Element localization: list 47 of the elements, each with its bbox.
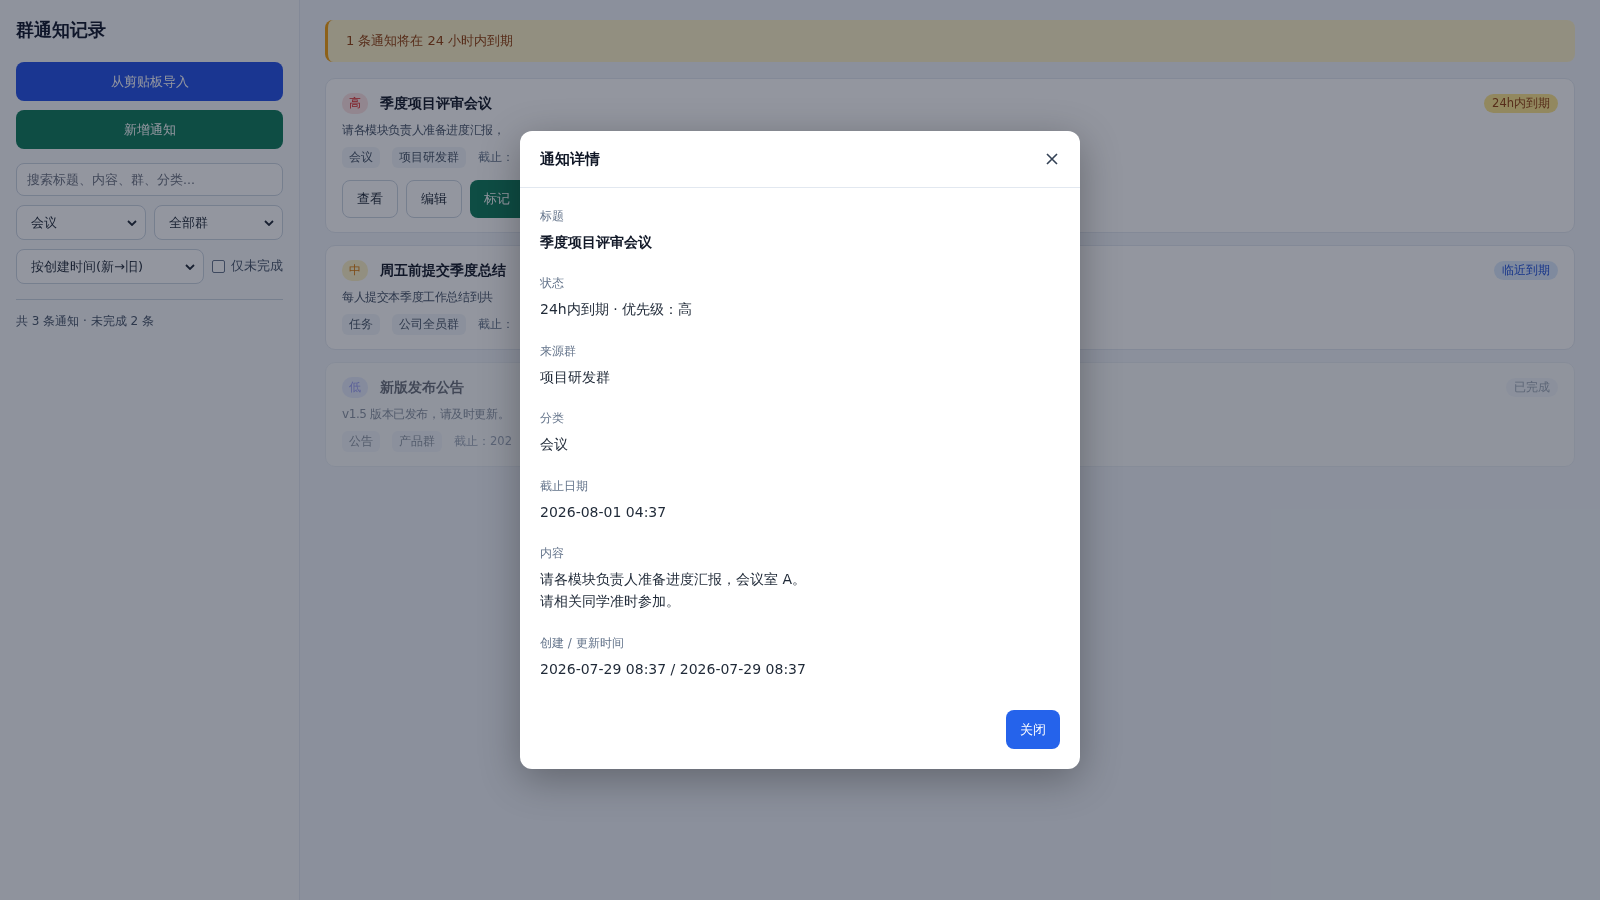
app-title: 群通知记录 (16, 18, 107, 42)
summary-text: 共 3 条通知 · 未完成 2 条 (16, 313, 155, 330)
field-value: 季度项目评审会议 (540, 233, 653, 252)
notice-title: 周五前提交季度总结 (380, 261, 506, 280)
field-value: 2026-08-01 04:37 (540, 502, 668, 522)
tag-label: 任务 (342, 314, 380, 335)
field-label: 内容 (540, 544, 565, 562)
incomplete-checkbox[interactable]: 仅未完成 (212, 258, 283, 275)
close-dialog-button[interactable]: 关闭 (1006, 710, 1060, 749)
field-value: 24h内到期 · 优先级：高 (540, 300, 694, 320)
priority-badge: 中 (342, 260, 368, 281)
notice-title: 新版发布公告 (380, 378, 464, 397)
field-value: 请各模块负责人准备进度汇报，会议室 A。 (540, 569, 808, 589)
priority-badge: 高 (342, 93, 368, 114)
action-button[interactable]: 查看 (342, 180, 398, 218)
action-button[interactable]: 编辑 (406, 180, 462, 218)
dropdown[interactable]: 按创建时间(新→旧) (16, 249, 204, 284)
notice-description: 每人提交本季度工作总结到共 (342, 289, 493, 306)
notice-description: 请各模块负责人准备进度汇报， (342, 122, 505, 139)
import-button[interactable]: 从剪贴板导入 (16, 62, 283, 101)
due-date: 截止： (478, 317, 514, 332)
due-date: 截止： (478, 150, 514, 165)
chevron-down-icon (264, 219, 274, 226)
chevron-down-icon (185, 263, 195, 270)
close-button[interactable] (1044, 151, 1060, 167)
dropdown[interactable]: 会议 (16, 205, 146, 240)
field-value: 会议 (540, 435, 569, 455)
search-field[interactable]: 搜索标题、内容、群、分类... (16, 163, 283, 196)
add-button[interactable]: 新增通知 (16, 110, 283, 149)
status-badge: 临近到期 (1494, 261, 1558, 280)
tag-label: 公司全员群 (392, 314, 466, 335)
notice-title: 季度项目评审会议 (380, 94, 492, 113)
field-label: 分类 (540, 410, 565, 428)
field-label: 状态 (540, 275, 565, 293)
chevron-down-icon (126, 219, 137, 226)
field-value: 项目研发群 (540, 367, 611, 387)
status-badge: 24h内到期 (1484, 94, 1558, 113)
field-label: 截止日期 (540, 477, 589, 495)
alert-banner: 1 条通知将在 24 小时内到期 (325, 20, 1575, 62)
tag-label: 项目研发群 (392, 147, 466, 168)
field-label: 创建 / 更新时间 (540, 634, 625, 652)
dialog-title: 通知详情 (540, 149, 600, 169)
field-value: 2026-07-29 08:37 / 2026-07-29 08:37 (540, 659, 807, 679)
tag-label: 会议 (342, 147, 380, 168)
field-label: 来源群 (540, 342, 577, 360)
dropdown[interactable]: 全部群 (153, 205, 283, 240)
field-value: 请相关同学准时参加。 (540, 592, 681, 612)
